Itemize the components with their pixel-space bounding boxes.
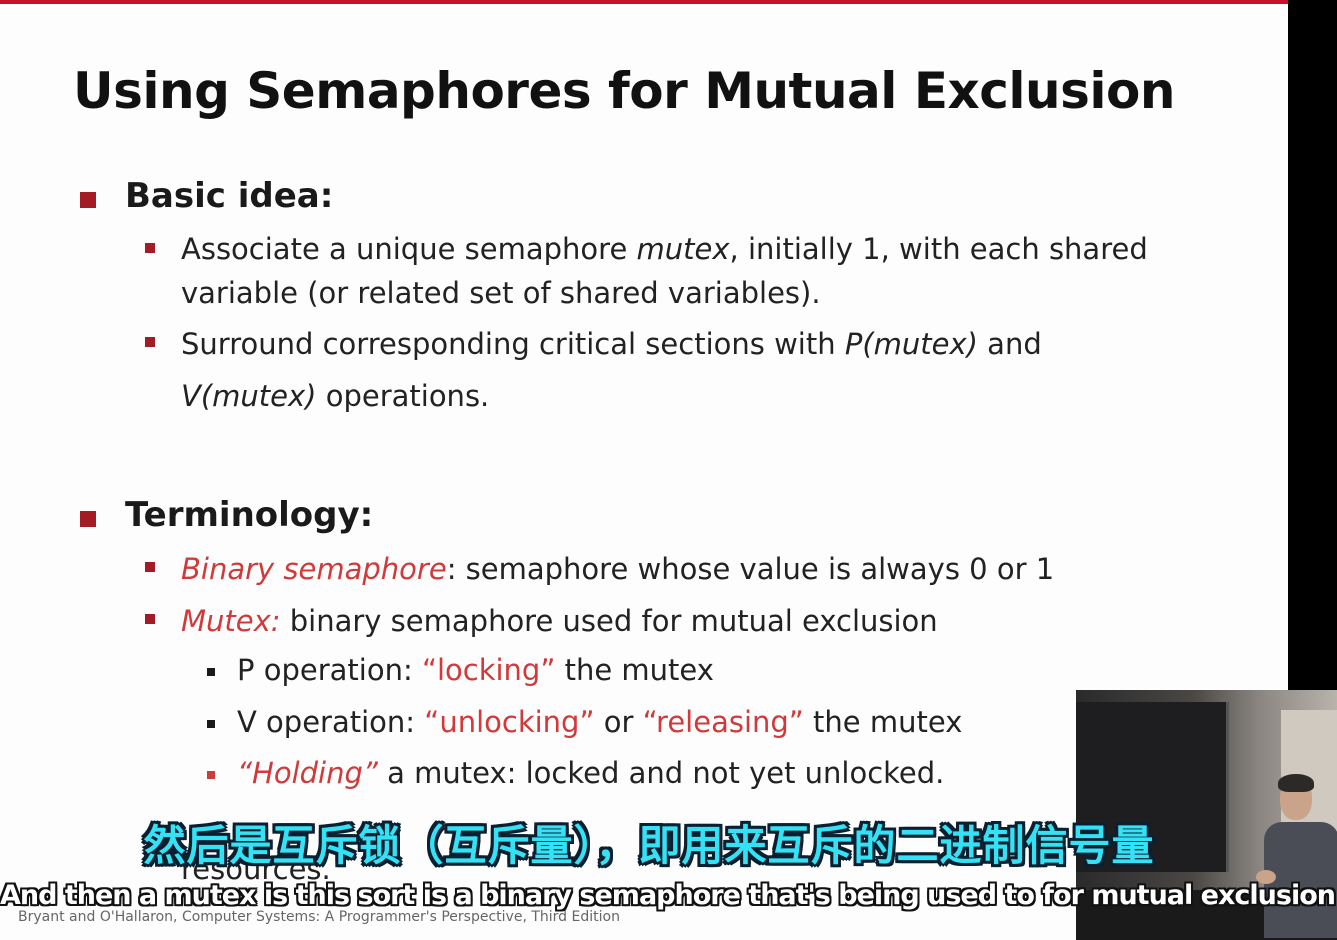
subtitle-english: And then a mutex is this sort is a binar…	[0, 880, 1336, 911]
term-binary-semaphore: Binary semaphore: semaphore whose value …	[181, 552, 1055, 586]
bullet-square-icon	[80, 511, 96, 527]
sub-sub-bullet-icon	[207, 668, 215, 676]
subtitle-chinese: 然后是互斥锁（互斥量），即用来互斥的二进制信号量	[143, 821, 1155, 870]
basic-bullet-2-line-1: Surround corresponding critical sections…	[181, 327, 1042, 361]
bullet-square-icon	[80, 192, 96, 208]
sub-bullet-icon	[145, 562, 155, 572]
basic-bullet-1-line-1: Associate a unique semaphore mutex, init…	[181, 232, 1148, 266]
basic-idea-heading: Basic idea:	[125, 176, 334, 216]
terminology-heading: Terminology:	[125, 495, 374, 535]
slide-footer-citation: Bryant and O'Hallaron, Computer Systems:…	[18, 909, 620, 925]
sub-bullet-icon	[145, 243, 155, 253]
basic-bullet-2-line-2: V(mutex) operations.	[181, 379, 490, 413]
sub-sub-bullet-icon	[207, 771, 215, 779]
term-v-operation: V operation: “unlocking” or “releasing” …	[237, 705, 963, 739]
term-holding: “Holding” a mutex: locked and not yet un…	[237, 756, 945, 790]
slide-title: Using Semaphores for Mutual Exclusion	[73, 62, 1175, 120]
slide-top-accent-bar	[0, 0, 1288, 4]
basic-bullet-1-line-2: variable (or related set of shared varia…	[181, 276, 821, 310]
sub-bullet-icon	[145, 337, 155, 347]
term-p-operation: P operation: “locking” the mutex	[237, 653, 714, 687]
term-mutex: Mutex: binary semaphore used for mutual …	[181, 604, 938, 638]
sub-sub-bullet-icon	[207, 720, 215, 728]
sub-bullet-icon	[145, 614, 155, 624]
